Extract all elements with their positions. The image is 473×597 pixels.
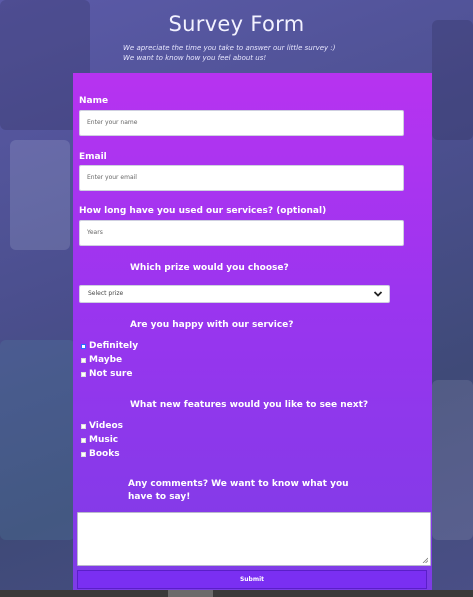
years-label: How long have you used our services? (op…	[79, 206, 327, 216]
page-title: Survey Form	[168, 12, 305, 36]
radio-option-not-sure[interactable]: Not sure	[81, 369, 132, 379]
name-label: Name	[79, 96, 109, 106]
prize-label: Which prize would you choose?	[130, 263, 289, 273]
prize-select[interactable]: Select prize	[79, 285, 390, 303]
chevron-down-icon	[373, 291, 383, 297]
description-line: We apreciate the time you take to answer…	[123, 44, 336, 52]
radio-button[interactable]	[81, 343, 86, 349]
comments-textarea[interactable]	[77, 512, 431, 566]
background-photo-region	[10, 140, 70, 250]
comments-label: Any comments? We want to know what you h…	[128, 479, 349, 502]
radio-label: Not sure	[89, 369, 133, 379]
bottom-bar	[0, 590, 473, 597]
checkbox-option-music[interactable]: Music	[81, 435, 118, 445]
prize-select-value: Select prize	[88, 290, 124, 297]
email-input[interactable]: Enter your email	[79, 165, 404, 191]
background-photo-region	[432, 20, 473, 140]
checkbox-label: Books	[89, 449, 120, 459]
bottom-bar-tab	[168, 590, 213, 597]
years-input[interactable]: Years	[79, 220, 404, 246]
background-photo-region	[432, 380, 473, 540]
checkbox-label: Music	[89, 435, 119, 445]
radio-button[interactable]	[81, 371, 86, 377]
description-line: We want to know how you feel about us!	[123, 54, 267, 62]
background-photo-region	[0, 340, 75, 540]
submit-button[interactable]: Submit	[77, 570, 427, 589]
checkbox[interactable]	[81, 451, 86, 457]
happy-label: Are you happy with our service?	[130, 320, 294, 330]
radio-option-maybe[interactable]: Maybe	[81, 355, 122, 365]
features-label: What new features would you like to see …	[130, 400, 369, 410]
page-description: We apreciate the time you take to answer…	[123, 43, 423, 63]
name-input[interactable]: Enter your name	[79, 110, 404, 136]
checkbox-option-books[interactable]: Books	[81, 449, 120, 459]
radio-button[interactable]	[81, 357, 86, 363]
checkbox-option-videos[interactable]: Videos	[81, 421, 123, 431]
survey-form: Name Enter your name Email Enter your em…	[73, 73, 432, 591]
checkbox-label: Videos	[89, 421, 123, 431]
radio-label: Definitely	[89, 341, 139, 351]
checkbox[interactable]	[81, 423, 86, 429]
radio-label: Maybe	[89, 355, 123, 365]
radio-option-definitely[interactable]: Definitely	[81, 341, 138, 351]
resize-handle-icon[interactable]	[422, 557, 428, 563]
email-label: Email	[79, 152, 107, 162]
checkbox[interactable]	[81, 437, 86, 443]
